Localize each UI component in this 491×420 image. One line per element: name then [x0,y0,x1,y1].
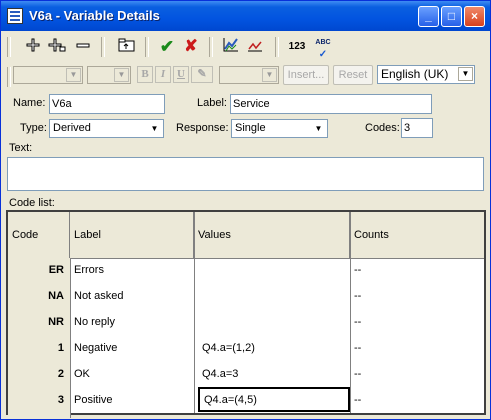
type-select[interactable]: Derived ▼ [49,119,164,138]
maximize-button[interactable]: □ [441,6,462,27]
response-value: Single [235,122,266,134]
row-values[interactable] [198,309,350,335]
table-row[interactable]: NA Not asked -- [8,283,484,309]
response-label: Response: [176,122,229,134]
table-row[interactable]: 3 Positive Q4.a=(4,5) -- [8,387,484,413]
table-row[interactable]: 1 Negative Q4.a=(1,2) -- [8,335,484,361]
row-values[interactable]: Q4.a=3 [198,361,350,387]
row-values[interactable] [198,257,350,283]
chevron-down-icon: ▼ [66,68,81,82]
toolbar-separator [101,37,105,57]
chevron-down-icon: ▼ [314,124,323,133]
format-toolbar: ▼ ▼ B I U ✎ ▼ Insert... Reset English (U… [3,63,489,87]
bold-button[interactable]: B [137,66,153,83]
row-code: 3 [57,394,64,406]
language-value: English (UK) [381,67,449,81]
font-combo[interactable]: ▼ [13,66,83,84]
row-code: ER [48,264,64,276]
spellcheck-check-icon: ✓ [318,49,328,60]
row-counts: -- [354,342,362,354]
plus-insert-icon[interactable] [47,37,67,57]
close-button[interactable]: × [464,6,485,27]
cross-icon[interactable]: ✘ [181,37,201,57]
row-values[interactable] [198,283,350,309]
column-header-label[interactable]: Label [70,212,194,258]
toolbar-grip [7,67,11,87]
variable-details-window: V6a - Variable Details _ □ × ✔ ✘ 123 ABC… [0,0,491,420]
text-area[interactable] [7,157,484,191]
row-counts: -- [354,264,362,276]
code-list-label: Code list: [9,197,55,209]
codes-label: Codes: [365,122,400,134]
graph-icon[interactable] [245,37,265,57]
numbering-button[interactable]: 123 [287,37,307,57]
plus-icon[interactable] [23,37,43,57]
toolbar-separator [275,37,279,57]
row-label[interactable]: OK [74,361,90,387]
row-label[interactable]: Not asked [74,283,124,309]
row-label[interactable]: No reply [74,309,115,335]
name-field[interactable]: V6a [49,94,165,114]
italic-button[interactable]: I [155,66,171,83]
title-bar[interactable]: V6a - Variable Details _ □ × [1,1,490,31]
insert-button[interactable]: Insert... [283,65,329,85]
column-header-counts[interactable]: Counts [350,212,484,258]
row-label[interactable]: Errors [74,257,104,283]
toolbar-separator [209,37,213,57]
chevron-down-icon: ▼ [262,68,277,82]
table-row[interactable]: ER Errors -- [8,257,484,283]
row-label[interactable]: Positive [74,387,113,413]
row-code: 1 [57,342,64,354]
row-code: NA [48,290,64,302]
column-header-code[interactable]: Code [8,212,70,258]
app-icon [7,8,23,24]
chevron-down-icon: ▼ [114,68,129,82]
spellcheck-label: ABC [315,39,331,46]
spellcheck-button[interactable]: ABC ✓ [313,37,333,60]
row-code: NR [48,316,64,328]
label-field[interactable]: Service [230,94,432,114]
text-label: Text: [9,142,33,154]
style-combo[interactable]: ▼ [219,66,279,84]
response-select[interactable]: Single ▼ [231,119,328,138]
folder-up-icon[interactable] [117,37,137,57]
row-values-selected-cell[interactable]: Q4.a=(4,5) [198,387,350,412]
row-counts: -- [354,394,362,406]
row-counts: -- [354,368,362,380]
code-list-grid[interactable]: Code Label Values Counts ER Errors -- NA… [6,210,486,418]
highlight-icon[interactable]: ✎ [191,66,213,83]
minus-icon[interactable] [73,37,93,57]
type-label: Type: [20,122,47,134]
main-toolbar: ✔ ✘ 123 ABC ✓ [3,33,489,61]
check-icon[interactable]: ✔ [157,37,177,57]
chevron-down-icon: ▼ [150,124,159,133]
toolbar-separator [145,37,149,57]
name-label: Name: [13,97,46,109]
toolbar-grip [7,37,11,57]
row-code: 2 [57,368,64,380]
minimize-button[interactable]: _ [418,6,439,27]
codes-field[interactable]: 3 [401,118,433,138]
column-header-values[interactable]: Values [194,212,350,258]
chart-icon[interactable] [221,37,241,57]
grid-header: Code Label Values Counts [8,212,484,259]
row-values[interactable]: Q4.a=(1,2) [198,335,350,361]
row-counts: -- [354,316,362,328]
table-row[interactable]: 2 OK Q4.a=3 -- [8,361,484,387]
row-label[interactable]: Negative [74,335,117,361]
underline-button[interactable]: U [173,66,189,83]
size-combo[interactable]: ▼ [87,66,131,84]
language-select[interactable]: English (UK) ▼ [377,65,475,84]
window-title: V6a - Variable Details [29,8,160,23]
reset-button[interactable]: Reset [333,65,373,85]
table-row[interactable]: NR No reply -- [8,309,484,335]
type-value: Derived [53,122,91,134]
chevron-down-icon: ▼ [458,67,473,81]
label-label: Label: [197,97,227,109]
row-counts: -- [354,290,362,302]
